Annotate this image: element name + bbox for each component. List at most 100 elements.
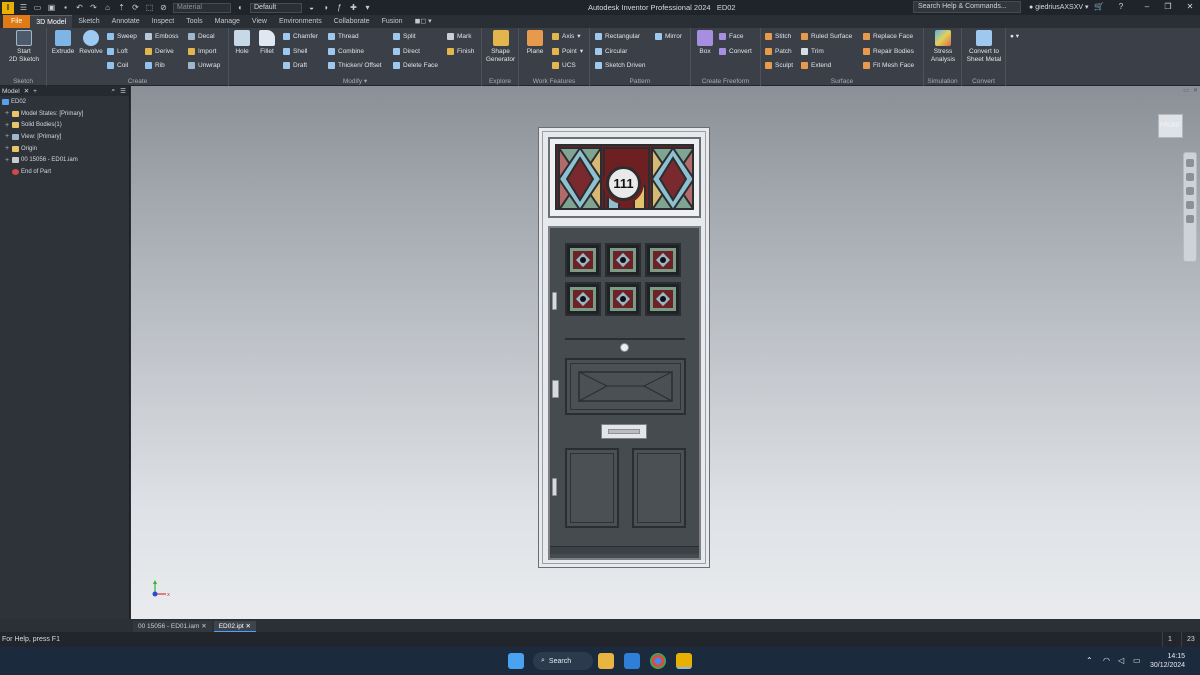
cancel-icon[interactable]: ⊘	[159, 3, 168, 12]
chamfer-button[interactable]: Chamfer	[283, 31, 318, 41]
sculpt-button[interactable]: Sculpt	[765, 60, 793, 70]
tree-item-view[interactable]: + View: [Primary]	[0, 131, 129, 143]
material-select[interactable]: Material	[173, 2, 231, 13]
navigation-bar[interactable]	[1183, 152, 1197, 262]
thread-button[interactable]: Thread	[328, 31, 359, 41]
expand-icon[interactable]: +	[4, 122, 10, 129]
new-file-icon[interactable]: ▭	[33, 3, 42, 12]
cart-icon[interactable]: 🛒	[1092, 1, 1106, 13]
open-file-icon[interactable]: ▣	[47, 3, 56, 12]
stitch-button[interactable]: Stitch	[765, 31, 791, 41]
pan-icon[interactable]	[1186, 173, 1194, 181]
start-2d-sketch-button[interactable]: Start 2D Sketch	[6, 30, 42, 64]
volume-icon[interactable]: ◁	[1118, 656, 1124, 665]
import-button[interactable]: Import	[188, 46, 216, 56]
doc-tab-part[interactable]: ED02.ipt ✕	[213, 621, 256, 632]
home-icon[interactable]: ⌂	[103, 3, 112, 12]
save-icon[interactable]: ▪	[61, 3, 70, 12]
appearance-icon[interactable]: ◐	[236, 3, 245, 12]
tab-extra-icon[interactable]: ◼◻ ▾	[409, 15, 438, 28]
expand-icon[interactable]: +	[4, 133, 10, 140]
adjust-icon[interactable]: ◑	[321, 3, 330, 12]
inventor-logo[interactable]: I	[2, 1, 14, 14]
doc-tab-assembly[interactable]: 00 15056 - ED01.iam ✕	[133, 621, 212, 632]
trim-button[interactable]: Trim	[801, 46, 824, 56]
help-icon[interactable]: ?	[1114, 1, 1128, 13]
tab-tools[interactable]: Tools	[180, 15, 208, 28]
repair-bodies-button[interactable]: Repair Bodies	[863, 46, 914, 56]
extrude-button[interactable]: Extrude	[49, 30, 77, 56]
derive-button[interactable]: Derive	[145, 46, 174, 56]
browser-search-icon[interactable]: ⌕	[112, 87, 116, 95]
panel-title-modify[interactable]: Modify ▾	[229, 77, 481, 85]
select-icon[interactable]: ⬚	[145, 3, 154, 12]
replace-face-button[interactable]: Replace Face	[863, 31, 913, 41]
plane-button[interactable]: Plane	[522, 30, 548, 56]
tree-item-origin[interactable]: + Origin	[0, 143, 129, 155]
door-model[interactable]: 111	[538, 127, 710, 568]
look-at-icon[interactable]	[1186, 215, 1194, 223]
finish-button[interactable]: Finish	[447, 46, 474, 56]
face-button[interactable]: Face	[719, 31, 743, 41]
mirror-button[interactable]: Mirror	[655, 31, 682, 41]
tray-chevron-icon[interactable]: ⌃	[1086, 656, 1093, 665]
graphics-viewport[interactable]: ▭ ✕ FRONT 111 x	[131, 86, 1200, 619]
ribbon-options-button[interactable]: ● ▾	[1010, 31, 1019, 41]
appearance-select[interactable]: Default	[250, 2, 302, 13]
circular-pattern-button[interactable]: Circular	[595, 46, 627, 56]
ucs-button[interactable]: UCS	[552, 60, 576, 70]
tree-item-solid-bodies[interactable]: + Solid Bodies(1)	[0, 119, 129, 131]
wifi-icon[interactable]: ◠	[1103, 656, 1110, 665]
battery-icon[interactable]: ▭	[1133, 656, 1141, 665]
viewport-close-icon[interactable]: ✕	[1193, 87, 1198, 94]
tab-fusion[interactable]: Fusion	[376, 15, 409, 28]
chrome-icon[interactable]	[650, 653, 666, 669]
windows-start-icon[interactable]	[508, 653, 524, 669]
tab-manage[interactable]: Manage	[209, 15, 246, 28]
outlook-icon[interactable]	[624, 653, 640, 669]
tree-item-end-of-part[interactable]: End of Part	[0, 166, 129, 178]
file-explorer-icon[interactable]	[598, 653, 614, 669]
viewport-restore-icon[interactable]: ▭	[1183, 87, 1189, 94]
unwrap-button[interactable]: Unwrap	[188, 60, 220, 70]
hole-button[interactable]: Hole	[231, 30, 253, 56]
tree-item-root[interactable]: ED02	[0, 96, 129, 108]
revolve-button[interactable]: Revolve	[77, 30, 105, 56]
browser-tab-model[interactable]: Model	[2, 88, 20, 95]
steering-wheel-icon[interactable]	[1186, 159, 1194, 167]
parameters-icon[interactable]: ✚	[349, 3, 358, 12]
clear-override-icon[interactable]: ◒	[307, 3, 316, 12]
rectangular-pattern-button[interactable]: Rectangular	[595, 31, 640, 41]
undo-icon[interactable]: ↶	[75, 3, 84, 12]
zoom-icon[interactable]	[1186, 187, 1194, 195]
split-button[interactable]: Split	[393, 31, 416, 41]
function-icon[interactable]: ƒ	[335, 3, 344, 12]
maximize-button[interactable]: ❐	[1161, 1, 1175, 13]
return-icon[interactable]: ⇡	[117, 3, 126, 12]
point-button[interactable]: Point ▾	[552, 46, 583, 56]
convert-freeform-button[interactable]: Convert	[719, 46, 752, 56]
shape-generator-button[interactable]: Shape Generator	[483, 30, 518, 64]
taskbar-search[interactable]: ⌕ Search	[533, 652, 593, 670]
tab-environments[interactable]: Environments	[273, 15, 328, 28]
tab-3d-model[interactable]: 3D Model	[30, 15, 73, 28]
patch-button[interactable]: Patch	[765, 46, 792, 56]
extend-button[interactable]: Extend	[801, 60, 831, 70]
tab-sketch[interactable]: Sketch	[72, 15, 105, 28]
customize-icon[interactable]: ▾	[363, 3, 372, 12]
tree-item-derived-assembly[interactable]: +00 15056 - ED01.iam	[0, 154, 129, 166]
stress-analysis-button[interactable]: Stress Analysis	[926, 30, 960, 64]
fit-mesh-face-button[interactable]: Fit Mesh Face	[863, 60, 914, 70]
browser-close-icon[interactable]: ✕	[24, 87, 29, 95]
viewcube[interactable]: FRONT	[1158, 114, 1183, 138]
tab-inspect[interactable]: Inspect	[146, 15, 181, 28]
tab-file[interactable]: File	[3, 15, 31, 28]
close-button[interactable]: ✕	[1183, 1, 1197, 13]
shell-button[interactable]: Shell	[283, 46, 307, 56]
doc-tab-close-icon[interactable]: ✕	[245, 623, 250, 630]
update-icon[interactable]: ⟳	[131, 3, 140, 12]
orbit-icon[interactable]	[1186, 201, 1194, 209]
tab-collaborate[interactable]: Collaborate	[328, 15, 376, 28]
browser-add-icon[interactable]: +	[33, 88, 37, 95]
mark-button[interactable]: Mark	[447, 31, 471, 41]
